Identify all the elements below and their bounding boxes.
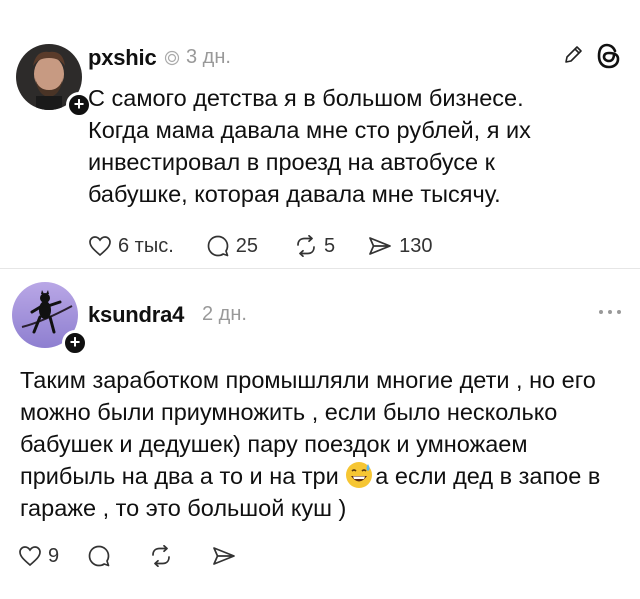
- post-meta: 3 дн.: [164, 46, 231, 69]
- like-button[interactable]: 6 тыс.: [88, 235, 174, 258]
- post-username[interactable]: ksundra4: [88, 302, 184, 328]
- reply-count: 25: [235, 234, 259, 257]
- reply-bubble-icon: [207, 235, 229, 257]
- avatar-pxshic[interactable]: +: [16, 44, 92, 118]
- post-username[interactable]: pxshic: [88, 45, 157, 71]
- post-actions: 6 тыс. 25 5 130: [88, 234, 433, 258]
- verified-icon: [164, 50, 180, 65]
- repost-button[interactable]: [149, 545, 173, 567]
- repost-button[interactable]: 5: [294, 235, 335, 258]
- post-2: + ksundra4 2 дн. Таким заработком промыш…: [0, 268, 640, 599]
- post-actions: 9: [18, 544, 237, 568]
- post-text: С самого детства я в большом бизнесе. Ко…: [88, 85, 531, 207]
- avatar-ksundra4[interactable]: +: [12, 282, 88, 356]
- grinning-sweat-emoji: [346, 462, 373, 488]
- like-count: 9: [48, 544, 60, 567]
- share-button[interactable]: [211, 545, 237, 567]
- reply-bubble-icon: [88, 545, 110, 567]
- heart-icon: [19, 546, 41, 567]
- heart-icon: [89, 236, 111, 257]
- more-dots-icon[interactable]: [598, 308, 622, 316]
- share-button[interactable]: 130: [367, 234, 433, 258]
- share-count: 130: [399, 234, 433, 257]
- repost-icon: [152, 545, 170, 567]
- repost-icon: [297, 235, 315, 257]
- reply-button[interactable]: 25: [206, 234, 258, 258]
- post-1: + pxshic 3 дн. С самого детства я в боль…: [0, 0, 640, 268]
- post-meta: 2 дн.: [202, 303, 247, 326]
- post-time: 3 дн.: [186, 46, 231, 68]
- like-count: 6 тыс.: [118, 234, 174, 257]
- post-time: 2 дн.: [202, 303, 247, 325]
- follow-plus-icon[interactable]: +: [62, 330, 88, 356]
- post-text: Таким заработком промышляли многие дети …: [20, 364, 610, 524]
- repost-count: 5: [324, 234, 336, 257]
- send-icon: [369, 237, 392, 255]
- threads-logo-icon[interactable]: [596, 42, 622, 70]
- pencil-icon[interactable]: [562, 44, 584, 66]
- like-button[interactable]: 9: [18, 545, 59, 568]
- send-icon: [213, 547, 235, 565]
- reply-button[interactable]: [87, 544, 111, 568]
